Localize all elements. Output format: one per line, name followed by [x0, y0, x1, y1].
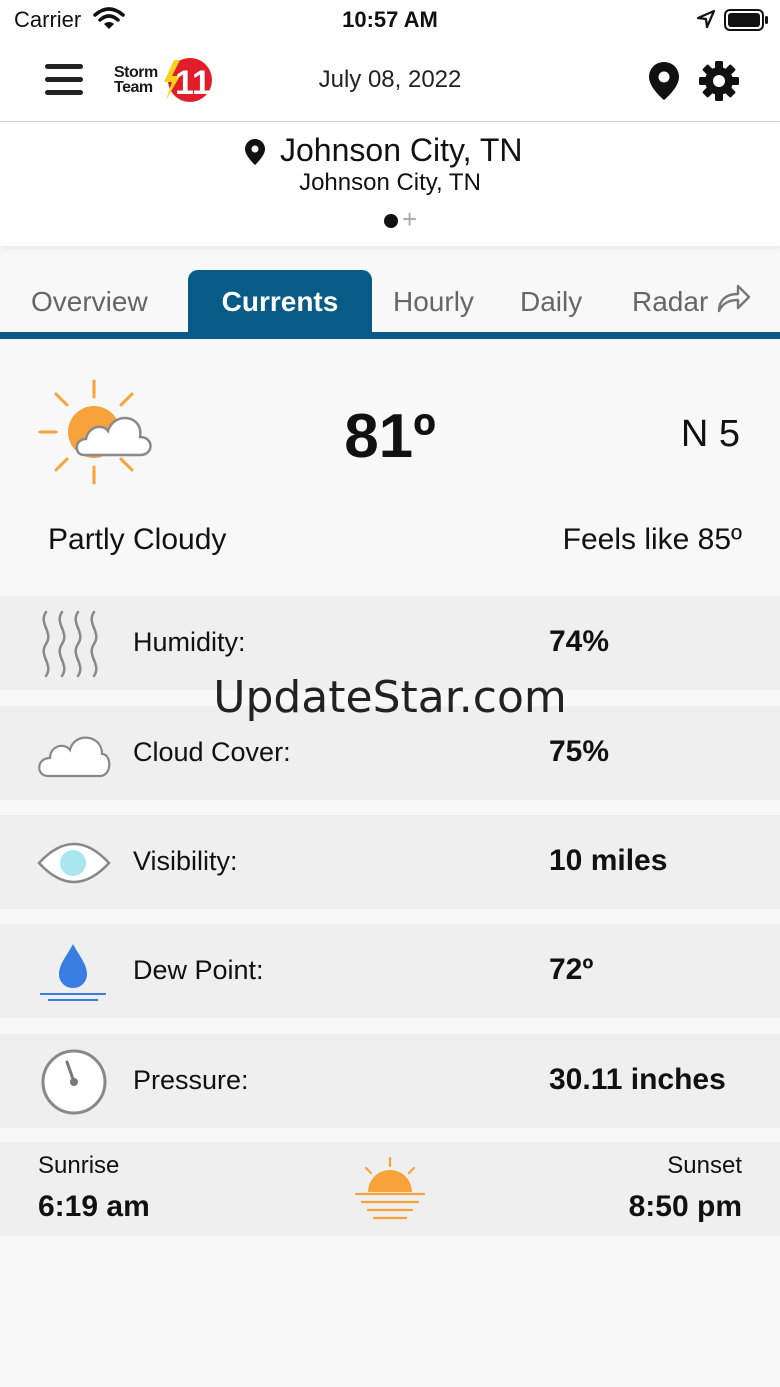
eye-icon [37, 842, 111, 884]
cloud-cover-value: 75% [549, 735, 610, 768]
app-header: Storm Team 11 July 08, 2022 [0, 42, 780, 122]
dew-point-value: 72º [549, 953, 594, 986]
tab-radar[interactable]: Radar [632, 270, 708, 334]
pressure-row: Pressure: 30.11 inches [0, 1034, 780, 1128]
page-dot-active [384, 214, 398, 228]
sunset-value: 8:50 pm [628, 1190, 742, 1223]
location-page-indicator[interactable]: + [382, 204, 432, 234]
status-bar: Carrier 10:57 AM [0, 0, 780, 42]
location-arrow-icon [696, 9, 716, 29]
cloud-icon [38, 736, 111, 778]
location-name: Johnson City, TN [280, 132, 523, 168]
gauge-icon [41, 1049, 107, 1115]
location-pin-button[interactable] [646, 60, 682, 102]
feels-like-text: Feels like 85º [562, 523, 742, 556]
dew-point-label: Dew Point: [133, 955, 264, 985]
current-conditions: 81º N 5 Partly Cloudy Feels like 85º [0, 339, 780, 595]
humidity-value: 74% [549, 625, 610, 658]
humidity-label: Humidity: [133, 627, 246, 657]
sunset-icon [354, 1156, 426, 1220]
condition-text: Partly Cloudy [48, 523, 227, 556]
clock-label: 10:57 AM [342, 7, 438, 32]
humidity-icon [42, 610, 98, 678]
sunrise-label: Sunrise [38, 1152, 120, 1179]
sunrise-value: 6:19 am [38, 1190, 150, 1223]
settings-gear-button[interactable] [698, 60, 740, 102]
visibility-value: 10 miles [549, 844, 668, 877]
tab-currents[interactable]: Currents [188, 270, 372, 334]
battery-icon [724, 9, 768, 31]
dew-point-row: Dew Point: 72º [0, 924, 780, 1018]
cloud-cover-label: Cloud Cover: [133, 737, 291, 767]
location-subname: Johnson City, TN [299, 169, 481, 196]
watermark: UpdateStar.com [213, 672, 567, 723]
tab-bar: Overview Currents Hourly Daily Radar [0, 268, 780, 338]
visibility-label: Visibility: [133, 846, 238, 876]
tab-underline [0, 332, 780, 339]
tab-hourly[interactable]: Hourly [393, 270, 474, 334]
sun-times-row: Sunrise 6:19 am Sunset 8:50 pm [0, 1142, 780, 1236]
tab-daily[interactable]: Daily [520, 270, 582, 334]
current-temperature: 81º [344, 402, 436, 471]
location-pin-icon [245, 139, 265, 165]
pressure-value: 30.11 inches [549, 1063, 726, 1096]
location-bar[interactable]: Johnson City, TN Johnson City, TN + [0, 122, 780, 246]
wind-value: N 5 [680, 413, 740, 455]
droplet-icon [40, 944, 106, 1001]
share-arrow-icon [717, 284, 751, 313]
sunset-label: Sunset [667, 1152, 742, 1179]
pressure-label: Pressure: [133, 1065, 249, 1095]
add-location-icon[interactable]: + [402, 204, 417, 235]
tab-overview[interactable]: Overview [31, 270, 148, 334]
visibility-row: Visibility: 10 miles [0, 815, 780, 909]
